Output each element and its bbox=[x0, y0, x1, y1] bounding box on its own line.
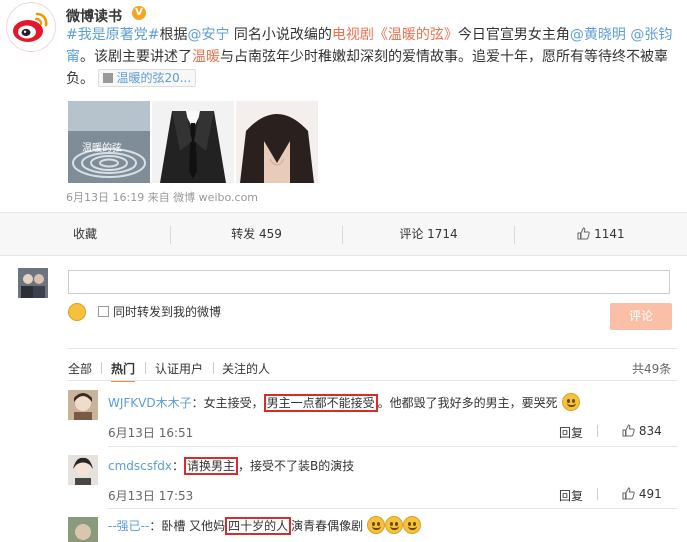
book-title-link[interactable]: 《温暖的弦》 bbox=[374, 27, 458, 43]
actress-image[interactable] bbox=[236, 101, 318, 183]
character-name-link[interactable]: 温暖 bbox=[192, 49, 220, 65]
emoji-picker-icon[interactable] bbox=[68, 303, 86, 321]
post-text: #我是原著党#根据@安宁 同名小说改编的电视剧《温暖的弦》今日官宣男女主角@黄晓… bbox=[66, 24, 676, 90]
tv-drama-link[interactable]: 电视剧 bbox=[332, 27, 374, 43]
comment-body: 。他都毁了我好多的男主，要哭死 bbox=[377, 396, 558, 410]
divider bbox=[68, 348, 678, 349]
avatar-photo-icon bbox=[68, 455, 98, 485]
thumbs-up-icon bbox=[622, 424, 635, 437]
mention-actor2-link-cont[interactable]: 甯 bbox=[66, 49, 80, 65]
comment-button[interactable]: 评论 1714 bbox=[343, 213, 514, 255]
thumbs-up-icon bbox=[577, 227, 591, 240]
weibo-reading-avatar[interactable] bbox=[6, 2, 56, 52]
comment-total-count: 共49条 bbox=[632, 362, 672, 376]
divider bbox=[108, 508, 678, 509]
post-text-segment: 今日官宣男女主角 bbox=[457, 27, 570, 43]
also-repost-checkbox[interactable] bbox=[98, 306, 109, 317]
comment-time: 6月13日 16:51 bbox=[108, 426, 194, 440]
repost-button[interactable]: 转发 459 bbox=[171, 213, 342, 255]
mention-author-link[interactable]: @安宁 bbox=[187, 27, 229, 43]
post-author[interactable]: 微博读书 bbox=[66, 6, 122, 26]
comment-body: ：女主接受， bbox=[191, 396, 264, 410]
post-text-segment: 。该剧主要讲述了 bbox=[80, 49, 192, 65]
tab-verified-users[interactable]: 认证用户 bbox=[155, 360, 203, 377]
tab-all[interactable]: 全部 bbox=[68, 360, 92, 377]
reply-button[interactable]: 回复 bbox=[559, 424, 583, 441]
smile-emoji-icon bbox=[385, 516, 404, 534]
weibo-logo-icon bbox=[13, 12, 48, 42]
comment-body: ： bbox=[171, 459, 184, 473]
like-count: 1141 bbox=[594, 227, 625, 241]
comment-text: WJFKVD木木子：女主接受， 男主一点都不能接受 。他都毁了我好多的男主，要哭死 bbox=[108, 393, 580, 412]
mention-actor2-link[interactable]: @张钧 bbox=[630, 27, 672, 43]
post-text-segment: 根据 bbox=[159, 27, 188, 43]
comment-text: cmdscsfdx： 请换男主 ，接受不了装B的演技 bbox=[108, 457, 355, 475]
comment-time: 6月13日 17:53 bbox=[108, 489, 194, 503]
maze-poster-icon: 温暖的弦 bbox=[68, 101, 150, 183]
comment-text: --强已--：卧槽 又他妈 四十岁的人 演青春偶像剧 bbox=[108, 516, 422, 535]
comment-username[interactable]: WJFKVD木木子 bbox=[108, 396, 192, 410]
reply-button[interactable]: 回复 bbox=[559, 487, 583, 504]
comment-username[interactable]: --强已-- bbox=[108, 519, 149, 533]
book-card-link[interactable]: 温暖的弦20... bbox=[98, 69, 197, 87]
comment-like-count: 834 bbox=[638, 424, 662, 438]
comment-body: ：卧槽 又他妈 bbox=[149, 519, 226, 533]
action-divider bbox=[597, 488, 598, 500]
comment-like-button[interactable]: 491 bbox=[622, 487, 662, 501]
highlighted-phrase: 四十岁的人 bbox=[225, 517, 292, 535]
avatar-photo-icon bbox=[18, 268, 48, 298]
topic-link[interactable]: #我是原著党# bbox=[66, 27, 159, 43]
divider bbox=[108, 446, 678, 447]
book-card-link-label: 温暖的弦20... bbox=[116, 71, 192, 85]
tab-following[interactable]: 关注的人 bbox=[222, 360, 270, 377]
tab-hot[interactable]: 热门 bbox=[111, 360, 136, 382]
smile-emoji-icon bbox=[403, 516, 422, 534]
verified-badge-icon: V bbox=[132, 6, 146, 20]
commenter-avatar[interactable] bbox=[68, 455, 98, 485]
comment-username[interactable]: cmdscsfdx bbox=[108, 459, 172, 473]
book-card-icon bbox=[103, 73, 114, 83]
comment-body: 演青春偶像剧 bbox=[291, 519, 364, 533]
tab-divider bbox=[145, 362, 146, 374]
repost-label: 转发 459 bbox=[231, 227, 282, 241]
poster-image[interactable]: 温暖的弦 bbox=[68, 101, 150, 183]
my-avatar[interactable] bbox=[18, 268, 48, 298]
action-divider bbox=[597, 425, 598, 437]
highlighted-phrase: 男主一点都不能接受 bbox=[263, 394, 378, 412]
comment-like-button[interactable]: 834 bbox=[622, 424, 662, 438]
highlighted-phrase: 请换男主 bbox=[183, 457, 238, 475]
collect-button[interactable]: 收藏 bbox=[0, 213, 170, 255]
actor-suit-icon bbox=[152, 101, 234, 183]
avatar-photo-icon bbox=[68, 517, 98, 542]
post-text-segment: 同名小说改编的 bbox=[229, 27, 332, 43]
tab-divider bbox=[101, 362, 102, 374]
post-meta: 6月13日 16:19 来自 微博 weibo.com bbox=[66, 191, 259, 204]
tab-divider bbox=[213, 362, 214, 374]
avatar-photo-icon bbox=[68, 390, 98, 420]
divider bbox=[68, 380, 678, 381]
comment-like-count: 491 bbox=[638, 487, 662, 501]
comment-input[interactable] bbox=[68, 270, 670, 294]
commenter-avatar[interactable] bbox=[68, 517, 98, 542]
also-repost-label[interactable]: 同时转发到我的微博 bbox=[113, 303, 221, 320]
crying-emoji-icon bbox=[561, 393, 580, 411]
poster-title-text: 温暖的弦 bbox=[82, 141, 122, 154]
mention-actor1-link[interactable]: @黄晓明 bbox=[570, 27, 626, 43]
actor-image[interactable] bbox=[152, 101, 234, 183]
smile-emoji-icon bbox=[367, 516, 386, 534]
collect-label: 收藏 bbox=[72, 227, 97, 241]
commenter-avatar[interactable] bbox=[68, 390, 98, 420]
like-button[interactable]: 1141 bbox=[515, 213, 687, 255]
comment-body: ，接受不了装B的演技 bbox=[237, 459, 355, 473]
submit-comment-button[interactable]: 评论 bbox=[610, 303, 672, 330]
actress-portrait-icon bbox=[236, 101, 318, 183]
comment-label: 评论 1714 bbox=[399, 227, 458, 241]
post-action-bar: 收藏 转发 459 评论 1714 1141 bbox=[0, 212, 687, 256]
thumbs-up-icon bbox=[622, 487, 635, 500]
